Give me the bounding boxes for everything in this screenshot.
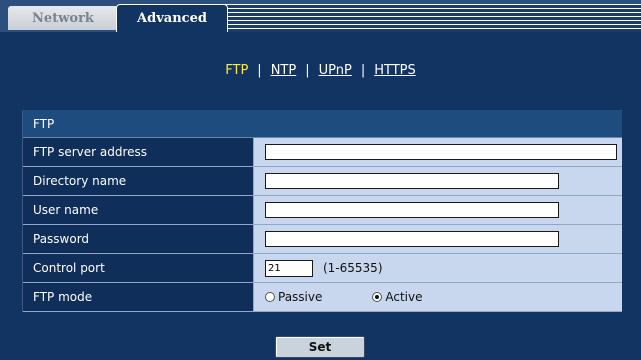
subnav-ntp-link[interactable]: NTP — [271, 63, 297, 78]
password-cell — [254, 225, 622, 253]
server-address-cell — [254, 138, 622, 166]
ftp-mode-label: FTP mode — [23, 283, 254, 311]
subnav-https-link[interactable]: HTTPS — [374, 63, 416, 78]
active-radio[interactable] — [372, 292, 383, 302]
user-name-input[interactable] — [265, 202, 559, 218]
subnav-ftp-current: FTP — [225, 62, 249, 78]
ftp-settings-table: FTP FTP server address Directory name Us… — [22, 110, 622, 312]
table-row: Password — [23, 225, 622, 254]
section-header: FTP — [23, 110, 622, 138]
control-port-cell: (1-65535) — [254, 254, 622, 282]
passive-option[interactable]: Passive — [265, 290, 322, 304]
subnav-separator: | — [360, 62, 366, 78]
table-row: User name — [23, 196, 622, 225]
active-label: Active — [385, 290, 423, 304]
ftp-mode-cell: Passive Active — [254, 283, 622, 311]
passive-label: Passive — [278, 290, 323, 304]
server-address-input[interactable] — [265, 144, 617, 160]
table-row: Control port (1-65535) — [23, 254, 622, 283]
subnav-separator: | — [305, 62, 310, 78]
section-title: FTP — [33, 116, 55, 131]
directory-name-label: Directory name — [23, 167, 254, 195]
sub-navigation: FTP | NTP | UPnP | HTTPS — [0, 58, 641, 82]
tab-network[interactable]: Network — [8, 6, 118, 30]
tab-bar: Network Advanced — [0, 0, 641, 32]
passive-radio[interactable] — [265, 292, 275, 302]
tab-network-label: Network — [32, 10, 94, 26]
user-name-cell — [254, 196, 622, 224]
set-button-label: Set — [308, 340, 332, 354]
set-button[interactable]: Set — [275, 336, 365, 358]
tab-advanced[interactable]: Advanced — [116, 4, 228, 32]
active-option[interactable]: Active — [372, 290, 423, 304]
subnav-upnp-link[interactable]: UPnP — [319, 63, 352, 78]
table-row: Directory name — [23, 167, 622, 196]
subnav-separator: | — [257, 62, 262, 78]
password-label: Password — [23, 225, 254, 253]
control-port-label: Control port — [23, 254, 254, 282]
table-row: FTP mode Passive Active — [23, 283, 622, 312]
table-row: FTP server address — [23, 138, 622, 167]
tab-bar-stripes — [225, 4, 641, 32]
user-name-label: User name — [23, 196, 254, 224]
directory-name-input[interactable] — [265, 173, 559, 189]
tab-advanced-label: Advanced — [137, 11, 207, 26]
control-port-range-hint: (1-65535) — [323, 261, 383, 275]
server-address-label: FTP server address — [23, 138, 254, 166]
directory-name-cell — [254, 167, 622, 195]
password-input[interactable] — [265, 231, 559, 247]
control-port-input[interactable] — [265, 259, 313, 277]
